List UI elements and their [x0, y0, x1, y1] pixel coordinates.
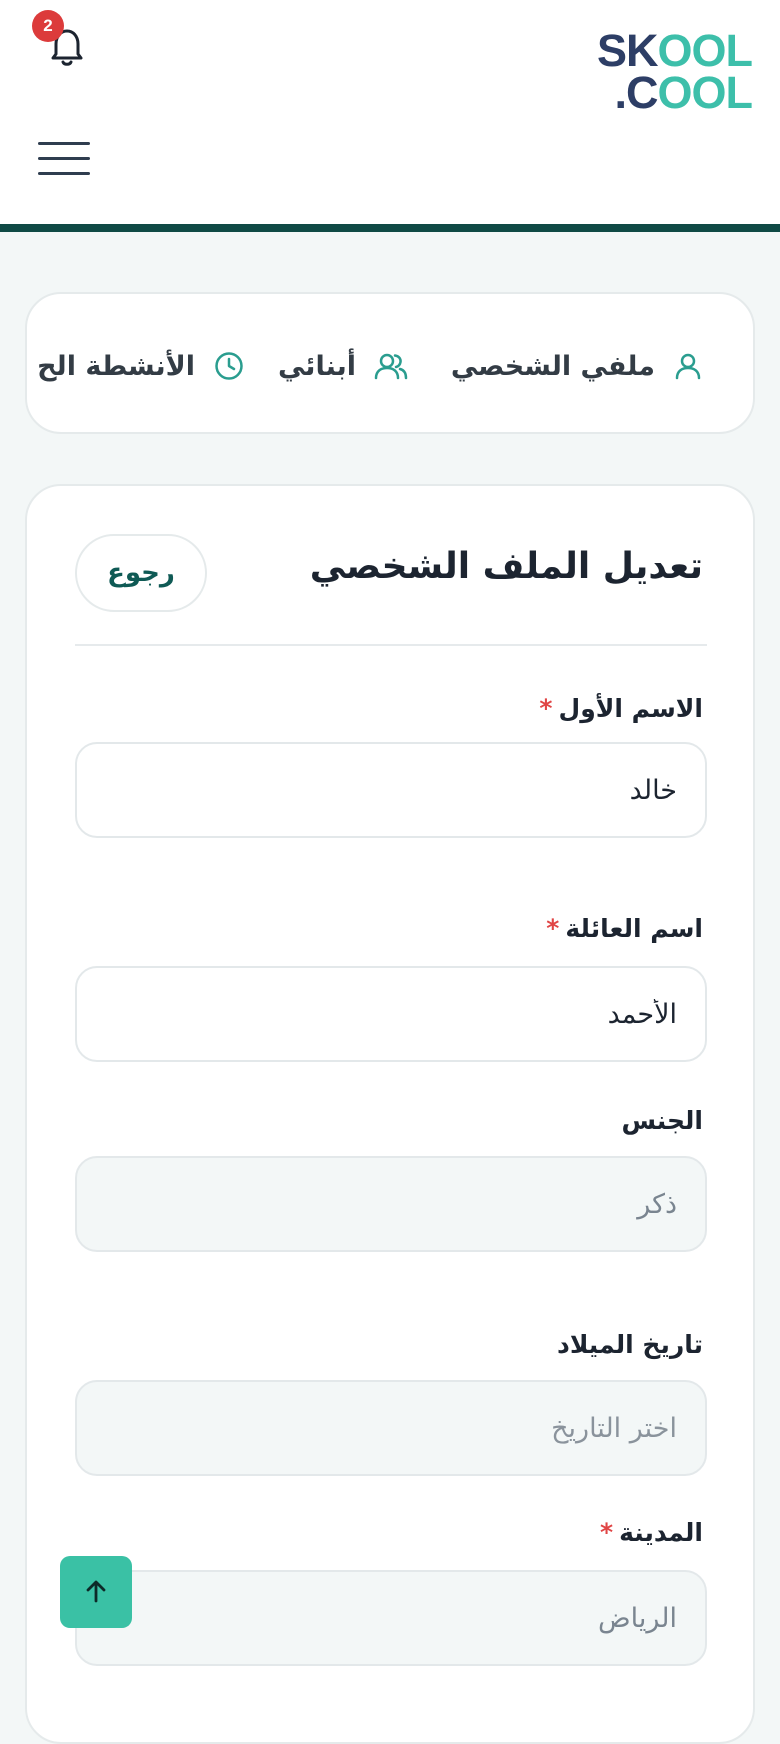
tab-label: الأنشطة الح	[37, 350, 195, 382]
app-header: 2 SKOOL .COOL	[0, 0, 780, 232]
last-name-label: اسم العائلة*	[546, 914, 703, 943]
birth-date-label: تاريخ الميلاد	[556, 1330, 703, 1359]
back-button[interactable]: رجوع	[75, 534, 207, 612]
first-name-label: الاسم الأول*	[539, 694, 703, 723]
divider	[75, 644, 707, 646]
skoolcool-logo[interactable]: SKOOL .COOL	[572, 28, 753, 115]
first-name-input[interactable]	[75, 742, 707, 838]
tab-my-profile[interactable]: ملفي الشخصي	[451, 344, 703, 388]
tab-label: ملفي الشخصي	[450, 350, 655, 382]
profile-tabs: ملفي الشخصي أبنائي الأنشطة الح	[25, 292, 755, 434]
scroll-to-top-button[interactable]	[60, 1556, 132, 1628]
hamburger-menu-icon[interactable]	[38, 142, 90, 178]
birth-date-input[interactable]	[75, 1380, 707, 1476]
users-icon	[374, 353, 408, 380]
page-title: تعديل الملف الشخصي	[309, 546, 703, 587]
tab-activities[interactable]: الأنشطة الح	[37, 344, 245, 388]
last-name-input[interactable]	[75, 966, 707, 1062]
notification-badge: 2	[32, 10, 64, 42]
required-marker: *	[539, 694, 553, 723]
tab-label: أبنائي	[277, 350, 356, 382]
clock-icon	[215, 352, 243, 380]
required-marker: *	[546, 914, 560, 943]
user-icon	[675, 353, 701, 380]
city-select[interactable]	[75, 1570, 707, 1666]
gender-label: الجنس	[621, 1106, 703, 1135]
required-marker: *	[600, 1518, 614, 1547]
tab-my-children[interactable]: أبنائي	[278, 344, 408, 388]
gender-select[interactable]	[75, 1156, 707, 1252]
edit-profile-form: تعديل الملف الشخصي رجوع الاسم الأول* اسم…	[25, 484, 755, 1744]
arrow-up-icon	[86, 1580, 106, 1603]
city-label: المدينة*	[600, 1518, 703, 1547]
